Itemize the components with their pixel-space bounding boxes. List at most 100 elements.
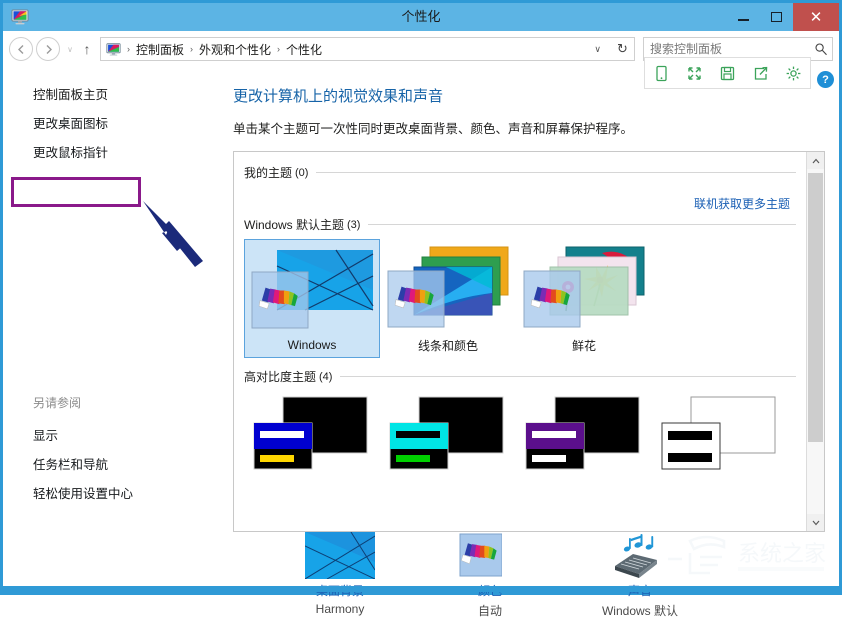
sidebar-item-change-desktop-icons[interactable]: 更改桌面图标 (3, 108, 225, 137)
theme-item-windows[interactable]: Windows (244, 239, 380, 358)
color-palette-icon (455, 532, 525, 579)
forward-button[interactable] (36, 37, 60, 61)
watermark-text: 系统之家 (738, 541, 826, 566)
breadcrumb-item-personalization[interactable]: 个性化 (284, 41, 324, 58)
help-button[interactable]: ? (817, 71, 834, 88)
breadcrumb-item-control-panel[interactable]: 控制面板 (134, 41, 186, 58)
see-also-section: 另请参阅 显示 任务栏和导航 轻松使用设置中心 (33, 394, 133, 507)
toolbar-tablet-button[interactable] (645, 59, 678, 87)
sidebar-item-control-panel-home[interactable]: 控制面板主页 (3, 79, 225, 108)
search-input[interactable] (648, 41, 814, 57)
bottom-item-value: Windows 默认 (601, 604, 678, 618)
see-also-item-taskbar-navigation[interactable]: 任务栏和导航 (33, 449, 133, 478)
breadcrumb-item-appearance[interactable]: 外观和个性化 (197, 41, 273, 58)
title-bar: 个性化 ✕ (3, 3, 839, 31)
tablet-icon (656, 65, 667, 81)
see-also-item-display[interactable]: 显示 (33, 420, 133, 449)
theme-item-high-contrast-1[interactable] (244, 395, 380, 475)
toolbar-settings-button[interactable] (777, 59, 810, 87)
wallpaper-thumbnail (304, 531, 376, 580)
personalization-monitor-icon (11, 8, 29, 26)
see-also-title: 另请参阅 (33, 396, 82, 410)
toolbar-save-button[interactable] (711, 59, 744, 87)
window-controls: ✕ (727, 3, 839, 31)
annotation-highlight-box (11, 177, 141, 207)
sidebar-item-change-mouse-pointer[interactable]: 更改鼠标指针 (3, 137, 225, 166)
chevron-down-icon (812, 520, 819, 525)
sound-keyboard-icon (605, 532, 675, 579)
themes-scroll-area: 我的主题 (0) 联机获取更多主题 Windows 默认主题 (3) Windo… (234, 152, 806, 531)
scrollbar-track[interactable] (807, 169, 824, 514)
get-more-themes-link[interactable]: 联机获取更多主题 (244, 195, 790, 212)
section-label: 我的主题 (244, 166, 293, 180)
personalization-window: 个性化 ✕ ∨ ↑ › 控制面板 › 外观和个性化 › 个性化 ∨ ↻ 搜索控制… (0, 0, 842, 618)
up-level-button[interactable]: ↑ (77, 41, 97, 57)
toolbar-expand-button[interactable] (678, 59, 711, 87)
breadcrumb-personalization-icon (106, 42, 121, 56)
theme-item-high-contrast-4[interactable] (652, 395, 788, 475)
theme-item-lines-colors[interactable]: 线条和颜色 (380, 239, 516, 358)
theme-thumbnail (658, 395, 783, 475)
section-rule (340, 376, 796, 377)
back-button[interactable] (9, 37, 33, 61)
recent-locations-button[interactable]: ∨ (63, 45, 77, 54)
forward-arrow-icon (46, 44, 52, 54)
section-rule (368, 224, 796, 225)
bottom-item-desktop-background[interactable]: 桌面背景 Harmony (265, 531, 415, 616)
bottom-item-value: Harmony (315, 602, 365, 616)
section-count: (0) (295, 166, 309, 179)
minimize-icon (738, 19, 749, 21)
scrollbar-thumb[interactable] (808, 173, 823, 443)
main-pane: 更改计算机上的视觉效果和声音 单击某个主题可一次性同时更改桌面背景、颜色、声音和… (225, 67, 839, 592)
themes-panel: 我的主题 (0) 联机获取更多主题 Windows 默认主题 (3) Windo… (233, 151, 825, 532)
section-windows-default-themes: Windows 默认主题 (3) (244, 216, 796, 233)
bottom-settings-strip: 桌面背景 Harmony (225, 531, 839, 618)
theme-item-high-contrast-3[interactable] (516, 395, 652, 475)
theme-thumbnail (386, 395, 511, 475)
section-rule (316, 172, 796, 173)
search-magnifier-icon (815, 43, 827, 56)
theme-item-flowers[interactable]: 鲜花 (516, 239, 652, 358)
theme-list: Windows 线条和颜色 鲜花 (244, 239, 796, 358)
toolbar-share-button[interactable] (744, 59, 777, 87)
save-icon (720, 66, 735, 80)
theme-label: 鲜花 (571, 339, 596, 353)
scroll-up-button[interactable] (807, 152, 824, 169)
bottom-item-color[interactable]: 颜色 自动 (415, 532, 565, 619)
themes-scrollbar[interactable] (806, 152, 824, 531)
minimize-button[interactable] (727, 3, 760, 31)
back-arrow-icon (17, 44, 23, 54)
high-contrast-theme-list (244, 395, 796, 475)
theme-thumbnail (250, 395, 375, 475)
refresh-button[interactable]: ↻ (611, 37, 635, 61)
bottom-item-sound[interactable]: 声音 Windows 默认 (565, 532, 715, 619)
maximize-icon (771, 12, 782, 22)
sidebar: 控制面板主页 更改桌面图标 更改鼠标指针 另请参阅 显示 任务栏和导航 轻松使用… (3, 67, 225, 592)
breadcrumb-dropdown-icon[interactable]: ∨ (592, 44, 607, 55)
theme-thumbnail (522, 395, 647, 475)
breadcrumb[interactable]: › 控制面板 › 外观和个性化 › 个性化 ∨ (100, 37, 612, 61)
see-also-item-ease-of-access[interactable]: 轻松使用设置中心 (33, 478, 133, 507)
scroll-down-button[interactable] (807, 514, 824, 531)
theme-item-high-contrast-2[interactable] (380, 395, 516, 475)
section-high-contrast-themes: 高对比度主题 (4) (244, 368, 796, 385)
section-count: (4) (319, 370, 333, 383)
share-icon (754, 66, 768, 80)
breadcrumb-separator: › (190, 44, 194, 54)
maximize-button[interactable] (760, 3, 793, 31)
theme-label: Windows (287, 338, 337, 352)
window-title: 个性化 (401, 9, 441, 24)
floating-toolbar (644, 57, 811, 89)
page-subtitle: 单击某个主题可一次性同时更改桌面背景、颜色、声音和屏幕保护程序。 (233, 122, 634, 136)
bottom-item-value: 自动 (477, 604, 502, 618)
gear-icon (786, 66, 801, 80)
breadcrumb-separator: › (127, 44, 130, 54)
theme-label: 线条和颜色 (417, 339, 478, 353)
content-area: 控制面板主页 更改桌面图标 更改鼠标指针 另请参阅 显示 任务栏和导航 轻松使用… (3, 67, 839, 618)
theme-thumbnail (250, 246, 375, 334)
expand-arrows-icon (688, 66, 701, 80)
section-count: (3) (347, 218, 361, 231)
close-button[interactable]: ✕ (793, 3, 839, 31)
section-my-themes: 我的主题 (0) (244, 164, 796, 181)
window-bottom-accent (3, 586, 839, 592)
